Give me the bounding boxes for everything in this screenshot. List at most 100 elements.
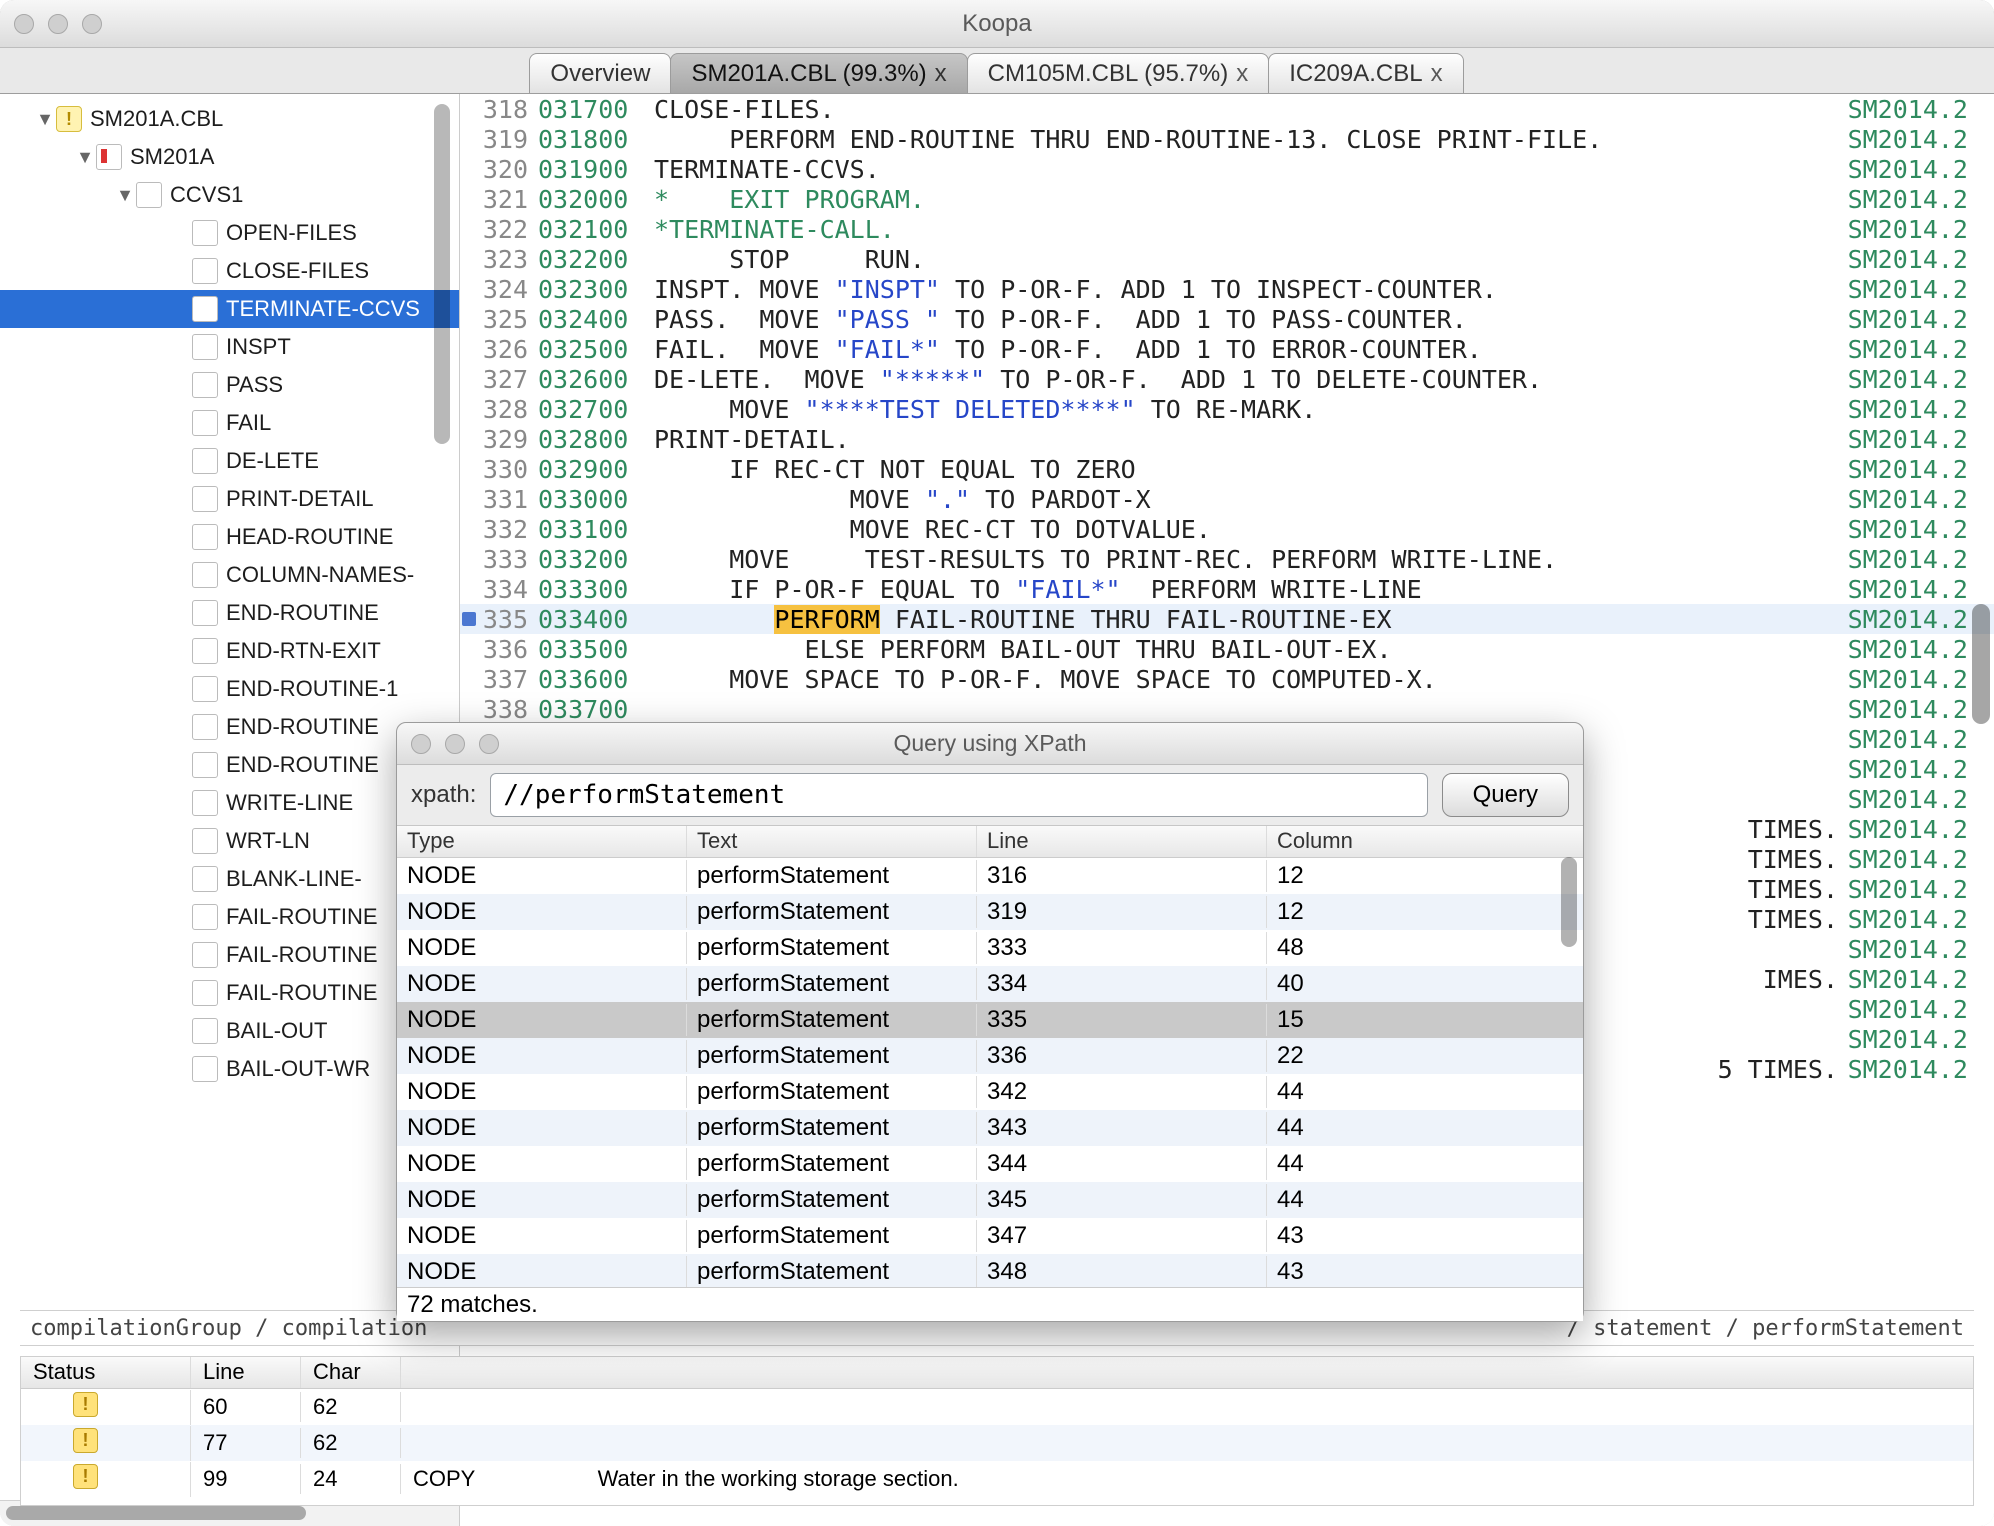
code-line[interactable]: 327032600 DE-LETE. MOVE "*****" TO P-OR-… [460, 364, 1994, 394]
close-icon[interactable]: x [1431, 60, 1443, 88]
code-line[interactable]: 338033700 SM2014.2 [460, 694, 1994, 724]
tree-node[interactable]: COLUMN-NAMES- [0, 556, 459, 594]
cell-column: 48 [1267, 932, 1583, 964]
tree-scrollbar[interactable] [434, 104, 450, 444]
result-row[interactable]: NODEperformStatement33622 [397, 1038, 1583, 1074]
tree-node[interactable]: DE-LETE [0, 442, 459, 480]
tree-node[interactable]: END-ROUTINE-1 [0, 670, 459, 708]
xpath-results: Type Text Line Column NODEperformStateme… [397, 825, 1583, 1321]
col-text[interactable]: Text [687, 826, 977, 857]
tree-node[interactable]: FAIL-ROUTINE [0, 898, 459, 936]
problem-line: 77 [191, 1428, 301, 1458]
result-row[interactable]: NODEperformStatement33515 [397, 1002, 1583, 1038]
query-button[interactable]: Query [1442, 773, 1569, 817]
problem-row[interactable]: 7762 [21, 1425, 1973, 1461]
tree-node[interactable]: END-RTN-EXIT [0, 632, 459, 670]
code-line[interactable]: 333033200 MOVE TEST-RESULTS TO PRINT-REC… [460, 544, 1994, 574]
problem-row[interactable]: 6062 [21, 1389, 1973, 1425]
main-titlebar[interactable]: Koopa [0, 0, 1994, 48]
close-icon[interactable]: x [935, 60, 947, 88]
xpath-input[interactable] [490, 773, 1427, 817]
tree-node[interactable]: WRITE-LINE [0, 784, 459, 822]
col-rest[interactable] [401, 1357, 1973, 1388]
tree-label: BLANK-LINE- [226, 866, 362, 892]
code-text: ELSE PERFORM BAIL-OUT THRU BAIL-OUT-EX. [648, 635, 1844, 664]
dialog-titlebar[interactable]: Query using XPath [397, 723, 1583, 765]
tree-node[interactable]: PRINT-DETAIL [0, 480, 459, 518]
xpath-dialog[interactable]: Query using XPath xpath: Query Type Text… [396, 722, 1584, 1322]
tree-node[interactable]: PASS [0, 366, 459, 404]
result-row[interactable]: NODEperformStatement33440 [397, 966, 1583, 1002]
result-row[interactable]: NODEperformStatement33348 [397, 930, 1583, 966]
code-line[interactable]: 330032900 IF REC-CT NOT EQUAL TO ZEROSM2… [460, 454, 1994, 484]
tree-node[interactable]: OPEN-FILES [0, 214, 459, 252]
tree-node[interactable]: FAIL-ROUTINE [0, 936, 459, 974]
chevron-down-icon[interactable]: ▼ [114, 185, 136, 206]
problems-header[interactable]: Status Line Char [21, 1357, 1973, 1389]
result-row[interactable]: NODEperformStatement34444 [397, 1146, 1583, 1182]
code-line[interactable]: 331033000 MOVE "." TO PARDOT-XSM2014.2 [460, 484, 1994, 514]
col-char[interactable]: Char [301, 1357, 401, 1388]
tree-node[interactable]: TERMINATE-CCVS [0, 290, 459, 328]
code-line[interactable]: 319031800 PERFORM END-ROUTINE THRU END-R… [460, 124, 1994, 154]
problem-row[interactable]: 9924COPY Water in the working storage se… [21, 1461, 1973, 1497]
code-line[interactable]: 326032500 FAIL. MOVE "FAIL*" TO P-OR-F. … [460, 334, 1994, 364]
code-line[interactable]: 320031900 TERMINATE-CCVS.SM2014.2 [460, 154, 1994, 184]
chevron-down-icon[interactable]: ▼ [34, 109, 56, 130]
code-line[interactable]: 337033600 MOVE SPACE TO P-OR-F. MOVE SPA… [460, 664, 1994, 694]
cell-text: performStatement [687, 1040, 977, 1072]
tree-node[interactable]: END-ROUTINE [0, 708, 459, 746]
result-row[interactable]: NODEperformStatement34244 [397, 1074, 1583, 1110]
code-line[interactable]: 332033100 MOVE REC-CT TO DOTVALUE.SM2014… [460, 514, 1994, 544]
xpath-results-header[interactable]: Type Text Line Column [397, 826, 1583, 858]
col-line[interactable]: Line [977, 826, 1267, 857]
tab[interactable]: IC209A.CBLx [1268, 53, 1463, 93]
tree-node[interactable]: FAIL [0, 404, 459, 442]
tree-node[interactable]: ▼CCVS1 [0, 176, 459, 214]
xpath-results-body[interactable]: NODEperformStatement31612NODEperformStat… [397, 858, 1583, 1287]
col-column[interactable]: Column [1267, 826, 1583, 857]
dialog-scrollbar[interactable] [1561, 857, 1577, 947]
tree-node[interactable]: END-ROUTINE [0, 594, 459, 632]
result-row[interactable]: NODEperformStatement34743 [397, 1218, 1583, 1254]
outline-tree[interactable]: ▼SM201A.CBL▼SM201A▼CCVS1OPEN-FILESCLOSE-… [0, 94, 459, 1500]
tree-node[interactable]: WRT-LN [0, 822, 459, 860]
col-type[interactable]: Type [397, 826, 687, 857]
code-line[interactable]: 335033400 PERFORM FAIL-ROUTINE THRU FAIL… [460, 604, 1994, 634]
code-line[interactable]: 323032200 STOP RUN.SM2014.2 [460, 244, 1994, 274]
tab[interactable]: Overview [529, 53, 671, 93]
col-line[interactable]: Line [191, 1357, 301, 1388]
code-line[interactable]: 318031700 CLOSE-FILES.SM2014.2 [460, 94, 1994, 124]
tree-node[interactable]: FAIL-ROUTINE [0, 974, 459, 1012]
problems-rows[interactable]: 606277629924COPY Water in the working st… [21, 1389, 1973, 1497]
tree-node[interactable]: ▼SM201A [0, 138, 459, 176]
code-line[interactable]: 322032100*TERMINATE-CALL.SM2014.2 [460, 214, 1994, 244]
result-row[interactable]: NODEperformStatement31912 [397, 894, 1583, 930]
tab[interactable]: CM105M.CBL (95.7%)x [967, 53, 1270, 93]
tree-node[interactable]: HEAD-ROUTINE [0, 518, 459, 556]
tree-node[interactable]: END-ROUTINE [0, 746, 459, 784]
result-row[interactable]: NODEperformStatement34344 [397, 1110, 1583, 1146]
tree-node[interactable]: BLANK-LINE- [0, 860, 459, 898]
tree-node[interactable]: ▼SM201A.CBL [0, 100, 459, 138]
tree-node[interactable]: CLOSE-FILES [0, 252, 459, 290]
result-row[interactable]: NODEperformStatement34544 [397, 1182, 1583, 1218]
col-status[interactable]: Status [21, 1357, 191, 1388]
code-line[interactable]: 336033500 ELSE PERFORM BAIL-OUT THRU BAI… [460, 634, 1994, 664]
editor-scrollbar[interactable] [1972, 104, 1990, 624]
code-line[interactable]: 324032300 INSPT. MOVE "INSPT" TO P-OR-F.… [460, 274, 1994, 304]
tab[interactable]: SM201A.CBL (99.3%)x [670, 53, 967, 93]
tree-node[interactable]: BAIL-OUT [0, 1012, 459, 1050]
doc-icon [192, 790, 218, 816]
code-line[interactable]: 328032700 MOVE "****TEST DELETED****" TO… [460, 394, 1994, 424]
result-row[interactable]: NODEperformStatement31612 [397, 858, 1583, 894]
tree-node[interactable]: BAIL-OUT-WR [0, 1050, 459, 1088]
code-line[interactable]: 325032400 PASS. MOVE "PASS " TO P-OR-F. … [460, 304, 1994, 334]
result-row[interactable]: NODEperformStatement34843 [397, 1254, 1583, 1287]
tree-node[interactable]: INSPT [0, 328, 459, 366]
close-icon[interactable]: x [1236, 60, 1248, 88]
chevron-down-icon[interactable]: ▼ [74, 147, 96, 168]
code-line[interactable]: 334033300 IF P-OR-F EQUAL TO "FAIL*" PER… [460, 574, 1994, 604]
code-line[interactable]: 321032000* EXIT PROGRAM.SM2014.2 [460, 184, 1994, 214]
code-line[interactable]: 329032800 PRINT-DETAIL.SM2014.2 [460, 424, 1994, 454]
